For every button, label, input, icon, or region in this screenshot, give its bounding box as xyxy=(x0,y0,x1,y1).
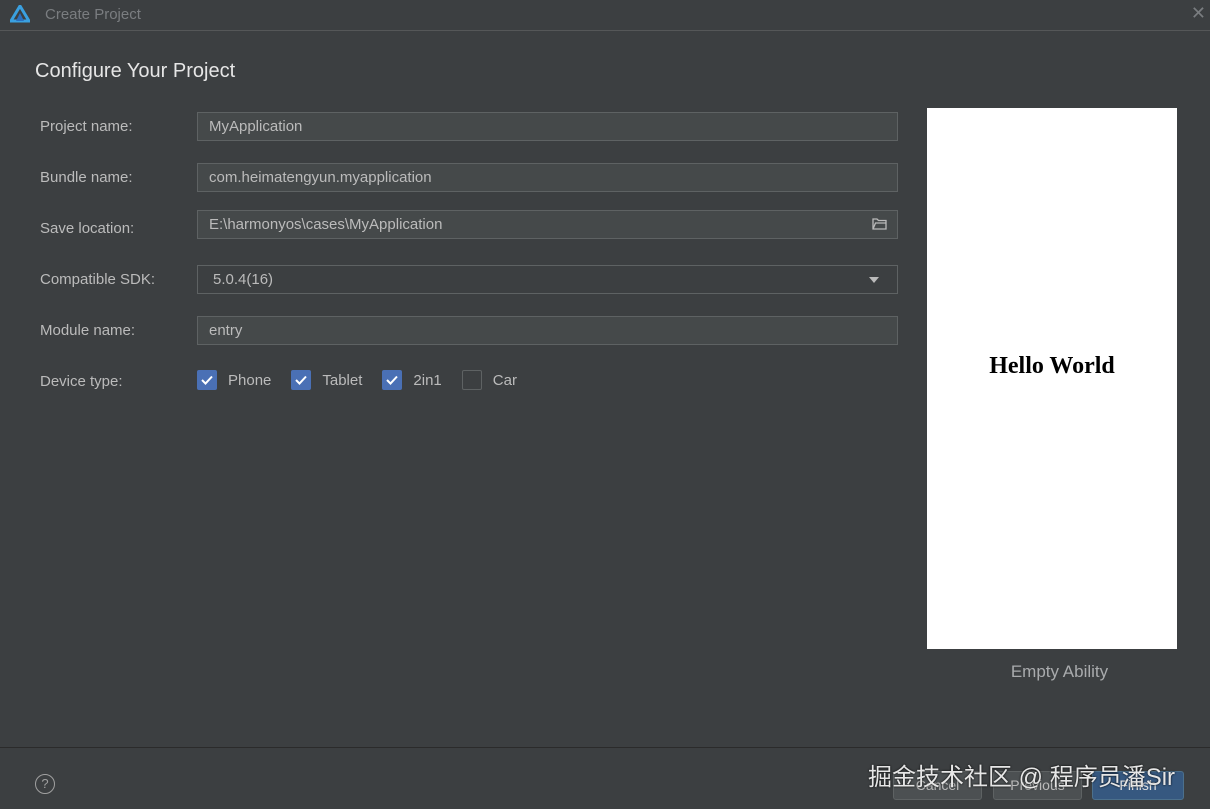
save-location-label: Save location: xyxy=(40,220,135,237)
project-name-label: Project name: xyxy=(40,118,133,135)
compatible-sdk-select[interactable]: 5.0.4(16) xyxy=(197,265,898,294)
save-location-input[interactable]: E:\harmonyos\cases\MyApplication xyxy=(197,210,898,239)
title-bar: Create Project ✕ xyxy=(0,0,1210,31)
checkbox-tablet[interactable] xyxy=(291,370,312,390)
device-type-label: Device type: xyxy=(40,373,123,390)
template-name: Empty Ability xyxy=(1010,662,1109,681)
page-title: Configure Your Project xyxy=(35,60,236,82)
checkbox-tablet-label[interactable]: Tablet xyxy=(322,372,362,389)
save-location-value: E:\harmonyos\cases\MyApplication xyxy=(209,216,443,233)
device-type-group: Phone Tablet 2in1 Car xyxy=(197,370,537,390)
check-icon xyxy=(386,375,399,385)
footer-divider xyxy=(0,747,1210,748)
checkbox-phone[interactable] xyxy=(197,370,217,390)
checkbox-phone-label[interactable]: Phone xyxy=(228,372,271,389)
compatible-sdk-label: Compatible SDK: xyxy=(40,271,156,288)
checkbox-car[interactable] xyxy=(461,370,482,390)
chevron-down-icon xyxy=(869,277,879,283)
window-title: Create Project xyxy=(45,6,141,23)
compatible-sdk-value: 5.0.4(16) xyxy=(213,271,274,288)
template-preview: Hello World xyxy=(927,108,1177,649)
close-icon[interactable]: ✕ xyxy=(1191,3,1206,24)
app-logo-icon xyxy=(10,5,30,23)
checkbox-car-label[interactable]: Car xyxy=(493,372,517,389)
folder-icon[interactable] xyxy=(872,217,887,230)
finish-button[interactable]: Finish xyxy=(1092,771,1184,800)
project-name-input[interactable]: MyApplication xyxy=(197,112,898,141)
bundle-name-label: Bundle name: xyxy=(40,169,133,186)
module-name-label: Module name: xyxy=(40,322,136,339)
previous-button[interactable]: Previous xyxy=(993,771,1082,800)
preview-text: Hello World xyxy=(989,353,1115,379)
checkbox-2in1[interactable] xyxy=(382,370,403,390)
module-name-input[interactable]: entry xyxy=(197,316,898,345)
check-icon xyxy=(295,375,308,385)
cancel-button[interactable]: Cancel xyxy=(893,771,982,800)
help-icon[interactable]: ? xyxy=(35,774,55,794)
bundle-name-input[interactable]: com.heimatengyun.myapplication xyxy=(197,163,898,192)
checkbox-2in1-label[interactable]: 2in1 xyxy=(413,372,441,389)
check-icon xyxy=(201,375,213,385)
